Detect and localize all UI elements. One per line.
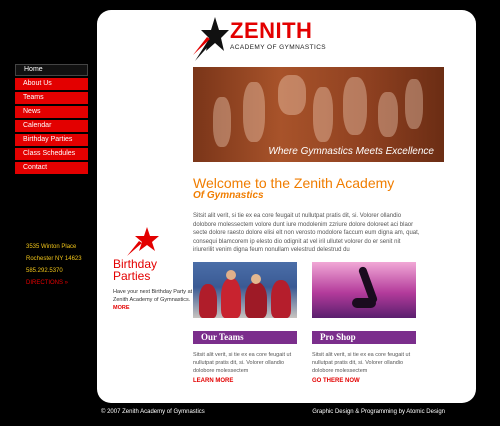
hero-caption: Where Gymnastics Meets Excellence — [268, 146, 434, 157]
nav-item-contact[interactable]: Contact — [15, 162, 88, 174]
teams-body-text: Sitsit alit verit, si tie ex ea core feu… — [193, 352, 292, 374]
shop-body-text: Sitsit alit verit, si tie ex ea core feu… — [312, 352, 411, 374]
welcome-subheading: Of Gymnastics — [193, 190, 264, 201]
learn-more-link[interactable]: LEARN MORE — [193, 378, 233, 384]
nav-item-birthday-parties[interactable]: Birthday Parties — [15, 134, 88, 146]
nav-item-calendar[interactable]: Calendar — [15, 120, 88, 132]
logo-subtitle: ACADEMY OF GYMNASTICS — [230, 44, 327, 51]
pro-shop-heading[interactable]: Pro Shop — [312, 331, 416, 344]
directions-link[interactable]: DIRECTIONS » — [26, 277, 82, 289]
nav-item-class-schedules[interactable]: Class Schedules — [15, 148, 88, 160]
birthday-body-text: Have your next Birthday Party at Zenith … — [113, 289, 193, 303]
address-block: 3535 Winton Place Rochester NY 14623 585… — [26, 241, 82, 289]
go-there-now-link[interactable]: GO THERE NOW — [312, 378, 360, 384]
logo-star-icon — [193, 17, 229, 61]
nav-item-news[interactable]: News — [15, 106, 88, 118]
main-nav: Home About Us Teams News Calendar Birthd… — [15, 64, 88, 176]
welcome-heading: Welcome to the Zenith Academy — [193, 175, 395, 191]
address-phone: 585.292.5370 — [26, 268, 63, 274]
nav-item-about-us[interactable]: About Us — [15, 78, 88, 90]
footer-credit[interactable]: Graphic Design & Programming by Atomic D… — [312, 409, 445, 415]
logo-title[interactable]: ZENITH — [230, 18, 312, 44]
address-city: Rochester NY 14623 — [26, 256, 82, 262]
nav-item-home[interactable]: Home — [15, 64, 88, 76]
welcome-body-text: Sitsit alit verit, si tie ex ea core feu… — [193, 213, 420, 253]
teams-photo[interactable] — [193, 262, 297, 318]
address-street: 3535 Winton Place — [26, 244, 77, 250]
hero-image: Where Gymnastics Meets Excellence — [193, 67, 444, 162]
birthday-title-line2: Parties — [113, 269, 151, 283]
footer-copyright: © 2007 Zenith Academy of Gymnastics — [101, 409, 205, 415]
birthday-title[interactable]: Birthday Parties — [113, 258, 193, 282]
pro-shop-photo[interactable] — [312, 262, 416, 318]
our-teams-heading[interactable]: Our Teams — [193, 331, 297, 344]
birthday-more-link[interactable]: MORE — [113, 305, 130, 311]
nav-item-teams[interactable]: Teams — [15, 92, 88, 104]
birthday-star-icon — [127, 227, 159, 256]
birthday-body: Have your next Birthday Party at Zenith … — [113, 288, 193, 312]
